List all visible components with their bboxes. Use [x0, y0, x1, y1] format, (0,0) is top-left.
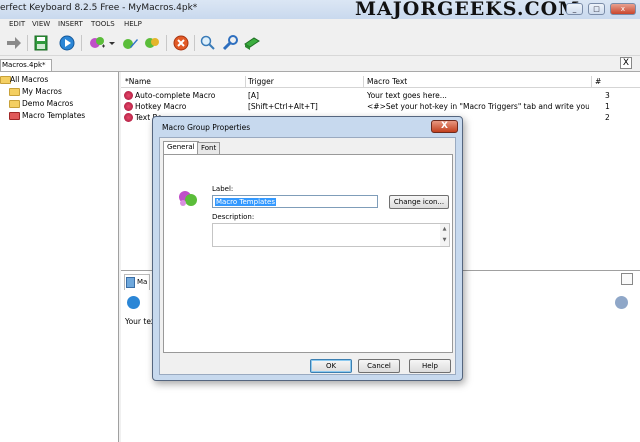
add-macro-icon[interactable]: [88, 34, 106, 52]
dialog-close-button[interactable]: X: [431, 120, 458, 133]
general-panel: Label: Macro Templates Change icon... De…: [163, 154, 453, 353]
window-title: erfect Keyboard 8.2.5 Free - MyMacros.4p…: [0, 3, 198, 13]
change-icon-button[interactable]: Change icon...: [389, 195, 449, 209]
chevron-down-icon[interactable]: [108, 34, 116, 52]
row-macro-text: Your text goes here...: [367, 91, 447, 100]
arrow-right-icon[interactable]: [5, 34, 23, 52]
search-icon[interactable]: [199, 34, 217, 52]
dialog-body: General Font Label: Macro Templates Chan…: [159, 137, 456, 375]
tree-item-my-macros[interactable]: My Macros: [22, 86, 62, 97]
label-input-value: Macro Templates: [215, 198, 276, 206]
column-divider: [245, 76, 246, 88]
tree-item-demo-macros[interactable]: Demo Macros: [22, 98, 73, 109]
watermark-logo: MAJORGEEKS.COM: [355, 0, 581, 20]
row-count: 3: [605, 91, 610, 100]
col-header-trigger[interactable]: Trigger: [248, 77, 274, 86]
window-close-button[interactable]: x: [610, 3, 636, 15]
help-button[interactable]: Help: [409, 359, 451, 373]
menu-help[interactable]: HELP: [124, 20, 142, 28]
dialog-title: Macro Group Properties: [162, 123, 251, 132]
column-divider: [591, 76, 592, 88]
row-count: 2: [605, 113, 610, 122]
toolbar-separator: [194, 35, 195, 51]
tree-item-macro-templates[interactable]: Macro Templates: [22, 110, 85, 121]
tab-font[interactable]: Font: [197, 142, 221, 154]
toolbar: [0, 31, 640, 56]
col-header-name[interactable]: *Name: [125, 77, 151, 86]
table-row[interactable]: Hotkey Macro [Shift+Ctrl+Alt+T] <#>Set y…: [121, 101, 640, 112]
menu-view[interactable]: VIEW: [32, 20, 50, 28]
tree-item-all-macros[interactable]: All Macros: [10, 74, 48, 85]
row-name: Auto-complete Macro: [135, 91, 216, 100]
row-macro-text: <#>Set your hot-key in "Macro Triggers" …: [367, 102, 589, 111]
minimize-button[interactable]: _: [566, 3, 583, 15]
list-header: *Name Trigger Macro Text #: [121, 76, 640, 88]
tools-icon[interactable]: [615, 296, 628, 309]
maximize-button[interactable]: □: [588, 3, 605, 15]
folder-icon: [9, 88, 20, 96]
macro-tree: All Macros My Macros Demo Macros Macro T…: [0, 72, 119, 442]
label-input[interactable]: Macro Templates: [212, 195, 378, 208]
macro-icon: [124, 102, 133, 111]
col-header-macro-text[interactable]: Macro Text: [367, 77, 407, 86]
play-icon[interactable]: [58, 34, 76, 52]
toolbar-separator: [166, 35, 167, 51]
delete-icon[interactable]: [172, 34, 190, 52]
play-icon[interactable]: [127, 296, 140, 309]
description-caption: Description:: [212, 213, 255, 221]
close-tab-icon[interactable]: X: [620, 57, 632, 69]
row-trigger: [A]: [248, 91, 259, 100]
ok-button[interactable]: OK: [310, 359, 352, 373]
menu-edit[interactable]: EDIT: [9, 20, 25, 28]
description-field[interactable]: ▲ ▼: [212, 223, 450, 247]
table-row[interactable]: Auto-complete Macro [A] Your text goes h…: [121, 90, 640, 101]
toolbar-separator: [27, 35, 28, 51]
save-icon[interactable]: [32, 34, 50, 52]
scrollbar[interactable]: ▲ ▼: [440, 224, 449, 246]
menu-insert[interactable]: INSERT: [58, 20, 83, 28]
document-icon: [126, 277, 135, 288]
macro-group-icon[interactable]: [143, 34, 161, 52]
row-count: 1: [605, 102, 610, 111]
macro-icon: [124, 91, 133, 100]
pane-toggle-icon[interactable]: [621, 273, 633, 285]
label-caption: Label:: [212, 185, 234, 193]
column-divider: [363, 76, 364, 88]
macro-templates-folder-icon: [9, 112, 20, 120]
menu-bar: EDIT VIEW INSERT TOOLS HELP: [0, 19, 640, 31]
row-name: Hotkey Macro: [135, 102, 187, 111]
macro-group-icon: [177, 188, 199, 208]
file-tab[interactable]: Macros.4pk*: [0, 59, 52, 71]
editor-tab[interactable]: Ma: [124, 274, 150, 290]
macro-group-properties-dialog: Macro Group Properties X General Font La…: [152, 116, 463, 381]
tab-general[interactable]: General: [163, 141, 199, 154]
settings-wrench-icon[interactable]: [221, 34, 239, 52]
book-icon[interactable]: [243, 34, 261, 52]
row-trigger: [Shift+Ctrl+Alt+T]: [248, 102, 318, 111]
toolbar-separator: [81, 35, 82, 51]
menu-tools[interactable]: TOOLS: [91, 20, 115, 28]
macro-icon: [124, 113, 133, 122]
edit-macro-icon[interactable]: [121, 34, 139, 52]
folder-icon: [9, 100, 20, 108]
col-header-count[interactable]: #: [595, 77, 601, 86]
editor-tab-label: Ma: [137, 278, 148, 286]
cancel-button[interactable]: Cancel: [358, 359, 400, 373]
title-bar: erfect Keyboard 8.2.5 Free - MyMacros.4p…: [0, 0, 640, 20]
